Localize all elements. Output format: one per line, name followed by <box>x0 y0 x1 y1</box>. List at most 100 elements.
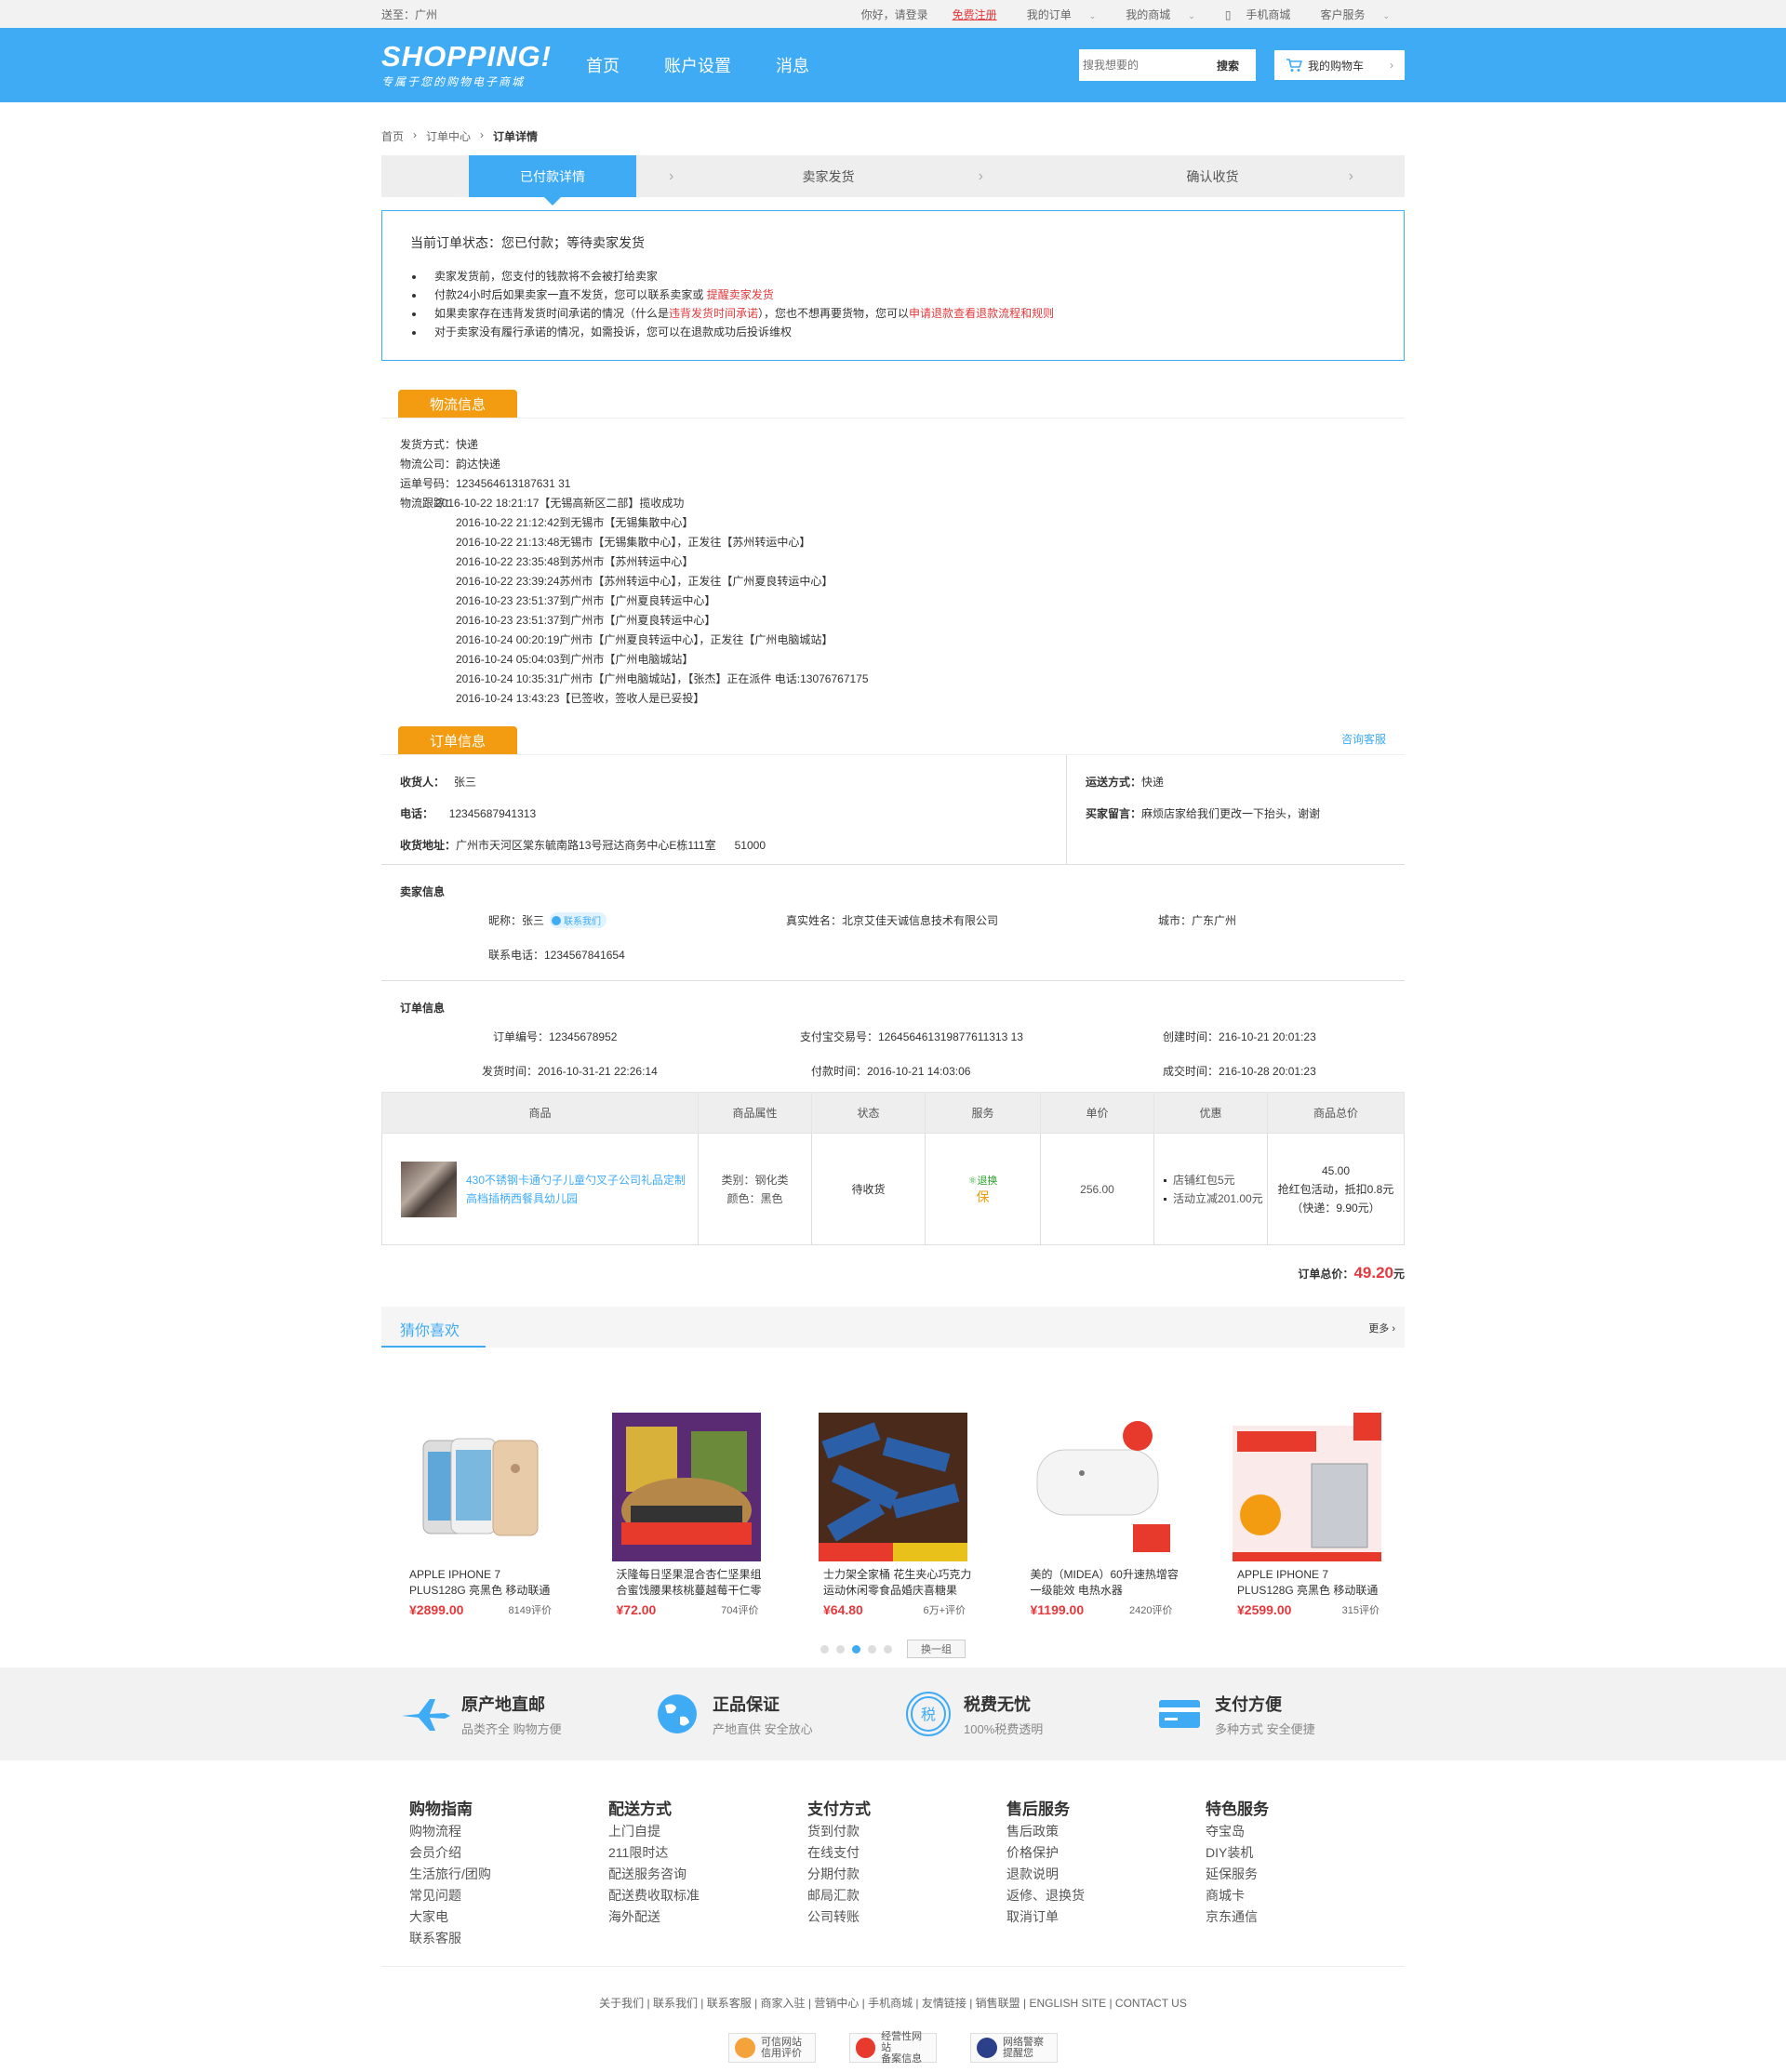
consult-service-link[interactable]: 咨询客服 <box>1341 731 1386 747</box>
footer-link[interactable]: 分期付款 <box>807 1864 1006 1885</box>
footer-link[interactable]: 公司转账 <box>807 1906 1006 1928</box>
product-category: 类别：钢化类 <box>721 1173 789 1187</box>
footer-link[interactable]: 海外配送 <box>608 1906 807 1928</box>
trust-badge[interactable]: 网络警察 提醒您 <box>970 2033 1058 2063</box>
nav-messages[interactable]: 消息 <box>776 53 809 77</box>
chevron-right-icon: › <box>669 167 674 184</box>
footer-link[interactable]: 在线支付 <box>807 1842 1006 1864</box>
footer-link[interactable]: 生活旅行/团购 <box>409 1864 608 1885</box>
logo[interactable]: SHOPPING! 专属于您的购物电子商城 <box>381 41 586 89</box>
discount-item: 店铺红包5元 <box>1164 1171 1267 1189</box>
footer-link[interactable]: DIY装机 <box>1206 1842 1405 1864</box>
register-link[interactable]: 免费注册 <box>945 8 1005 21</box>
tracking-entry: 2016-10-23 23:51:37到广州市【广州夏良转运中心】 <box>456 614 716 627</box>
customer-service-menu[interactable]: 客户服务 ⌄ <box>1305 7 1405 22</box>
product-image[interactable] <box>1233 1413 1381 1561</box>
product-link[interactable]: 430不锈钢卡通勺子儿童勺叉子公司礼品定制高档插柄西餐具幼儿园 <box>466 1171 689 1208</box>
feature-item: 税 税费无忧 100%税费透明 <box>902 1692 1153 1737</box>
shipping-fee: （快递：9.90元） <box>1291 1201 1380 1215</box>
globe-icon <box>651 1693 703 1735</box>
footer-link[interactable]: 会员介绍 <box>409 1842 608 1864</box>
cart-button[interactable]: 我的购物车 › <box>1274 50 1405 80</box>
carousel-dot[interactable] <box>868 1644 876 1654</box>
product-name[interactable]: 士力架全家桶 花生夹心巧克力运动休闲零食品婚庆喜糖果 <box>809 1567 972 1599</box>
contact-seller-button[interactable]: 联系我们 <box>550 912 607 928</box>
product-card[interactable]: 美的（MIDEA）60升速热增容 一级能效 电热水器 ¥1199.00 2420评… <box>1017 1413 1184 1617</box>
carousel-dot[interactable] <box>820 1644 829 1654</box>
product-name[interactable]: APPLE IPHONE 7 PLUS128G 亮黑色 移动联通电信4G手机 <box>1223 1567 1386 1599</box>
return-service-badge: ⚛退换 <box>967 1175 998 1187</box>
product-image[interactable] <box>1025 1413 1175 1561</box>
product-name[interactable]: 沃隆每日坚果混合杏仁坚果组合蜜饯腰果核桃蔓越莓干仁零 <box>603 1567 766 1599</box>
location[interactable]: 送至：广州 <box>381 7 437 22</box>
footer-link[interactable]: 延保服务 <box>1206 1864 1405 1885</box>
nav-home[interactable]: 首页 <box>586 53 620 77</box>
logistics-tab: 物流信息 <box>398 390 517 418</box>
footer-link[interactable]: 夺宝岛 <box>1206 1821 1405 1842</box>
phone-label: 电话： <box>400 807 434 820</box>
my-mall-menu[interactable]: 我的商城 ⌄ <box>1111 7 1210 22</box>
step-received: 确认收货 › <box>1186 167 1354 184</box>
tracking-label: 物流跟踪： <box>400 497 457 510</box>
product-reviews: 704评价 <box>721 1605 759 1616</box>
seller-nickname: 昵称：张三 <box>488 914 545 927</box>
footer-link[interactable]: 大家电 <box>409 1906 608 1928</box>
my-order-menu[interactable]: 我的订单 ⌄ <box>1012 7 1112 22</box>
product-thumbnail[interactable] <box>401 1161 457 1217</box>
product-card[interactable]: 士力架全家桶 花生夹心巧克力运动休闲零食品婚庆喜糖果 ¥64.80 6万+评价 <box>809 1413 977 1617</box>
footer-link[interactable]: 退款说明 <box>1006 1864 1206 1885</box>
carousel-dot[interactable] <box>836 1644 845 1654</box>
breadcrumb-order-center[interactable]: 订单中心 <box>426 128 471 144</box>
product-image[interactable] <box>405 1413 553 1561</box>
product-price: ¥64.80 <box>823 1602 863 1617</box>
greeting-login[interactable]: 你好，请登录 <box>854 8 936 21</box>
plane-icon <box>400 1693 452 1735</box>
footer-link[interactable]: 商城卡 <box>1206 1885 1405 1906</box>
carousel-dot-active[interactable] <box>852 1644 860 1654</box>
product-name[interactable]: APPLE IPHONE 7 PLUS128G 亮黑色 移动联通电信4G手机 <box>395 1567 558 1599</box>
more-link[interactable]: 更多 › <box>1368 1321 1395 1335</box>
footer-link[interactable]: 配送费收取标准 <box>608 1885 807 1906</box>
footer-bottom-links[interactable]: 关于我们 | 联系我们 | 联系客服 | 商家入驻 | 营销中心 | 手机商城 … <box>381 1995 1405 2011</box>
remind-seller-link[interactable]: 提醒卖家发货 <box>707 288 774 301</box>
footer-link[interactable]: 邮局汇款 <box>807 1885 1006 1906</box>
product-card[interactable]: APPLE IPHONE 7 PLUS128G 亮黑色 移动联通电信4G手机 ¥… <box>1223 1413 1391 1617</box>
carousel-dot[interactable] <box>884 1644 892 1654</box>
breadcrumb-home[interactable]: 首页 <box>381 128 404 144</box>
apply-refund-link[interactable]: 申请退款 <box>909 307 953 320</box>
change-batch-button[interactable]: 换一组 <box>907 1640 966 1658</box>
breadcrumb-current: 订单详情 <box>493 130 539 143</box>
shield-icon <box>856 2038 876 2058</box>
footer-link[interactable]: 常见问题 <box>409 1885 608 1906</box>
footer-link[interactable]: 价格保护 <box>1006 1842 1206 1864</box>
courier-company: 物流公司：韵达快递 <box>400 458 501 471</box>
footer-link[interactable]: 取消订单 <box>1006 1906 1206 1928</box>
mobile-mall-link[interactable]: ▯ 手机商城 <box>1210 7 1306 22</box>
product-price: ¥72.00 <box>616 1602 657 1617</box>
footer-link[interactable]: 211限时达 <box>608 1842 807 1864</box>
product-image[interactable] <box>819 1413 967 1561</box>
chevron-down-icon: ⌄ <box>1382 10 1390 20</box>
product-card[interactable]: APPLE IPHONE 7 PLUS128G 亮黑色 移动联通电信4G手机 ¥… <box>395 1413 563 1617</box>
footer-link[interactable]: 购物流程 <box>409 1821 608 1842</box>
refund-rules-link[interactable]: 查看退款流程和规则 <box>953 307 1054 320</box>
nav-account-settings[interactable]: 账户设置 <box>664 53 731 77</box>
footer-link[interactable]: 京东通信 <box>1206 1906 1405 1928</box>
product-image[interactable] <box>611 1413 761 1561</box>
footer-link[interactable]: 返修、退换货 <box>1006 1885 1206 1906</box>
trust-badge[interactable]: 经营性网站 备案信息 <box>849 2031 937 2065</box>
product-name[interactable]: 美的（MIDEA）60升速热增容 一级能效 电热水器 <box>1017 1567 1180 1599</box>
footer-link[interactable]: 联系客服 <box>409 1928 608 1949</box>
order-progress: 已付款详情 › 卖家发货 › 确认收货 › <box>381 155 1405 206</box>
search-button[interactable]: 搜索 <box>1200 49 1256 81</box>
footer-link[interactable]: 配送服务咨询 <box>608 1864 807 1885</box>
violation-link[interactable]: 违背发货时间承诺 <box>669 307 758 320</box>
footer-link[interactable]: 货到付款 <box>807 1821 1006 1842</box>
footer-link[interactable]: 上门自提 <box>608 1821 807 1842</box>
product-card[interactable]: 沃隆每日坚果混合杏仁坚果组合蜜饯腰果核桃蔓越莓干仁零 ¥72.00 704评价 <box>603 1413 770 1617</box>
trust-badge[interactable]: 可信网站 信用评价 <box>728 2033 816 2063</box>
footer-link[interactable]: 售后政策 <box>1006 1821 1206 1842</box>
search-input[interactable] <box>1079 49 1200 81</box>
order-status-box: 当前订单状态：您已付款；等待卖家发货 卖家发货前，您支付的钱款将不会被打给卖家 … <box>381 210 1405 361</box>
col-service: 服务 <box>925 1092 1041 1134</box>
